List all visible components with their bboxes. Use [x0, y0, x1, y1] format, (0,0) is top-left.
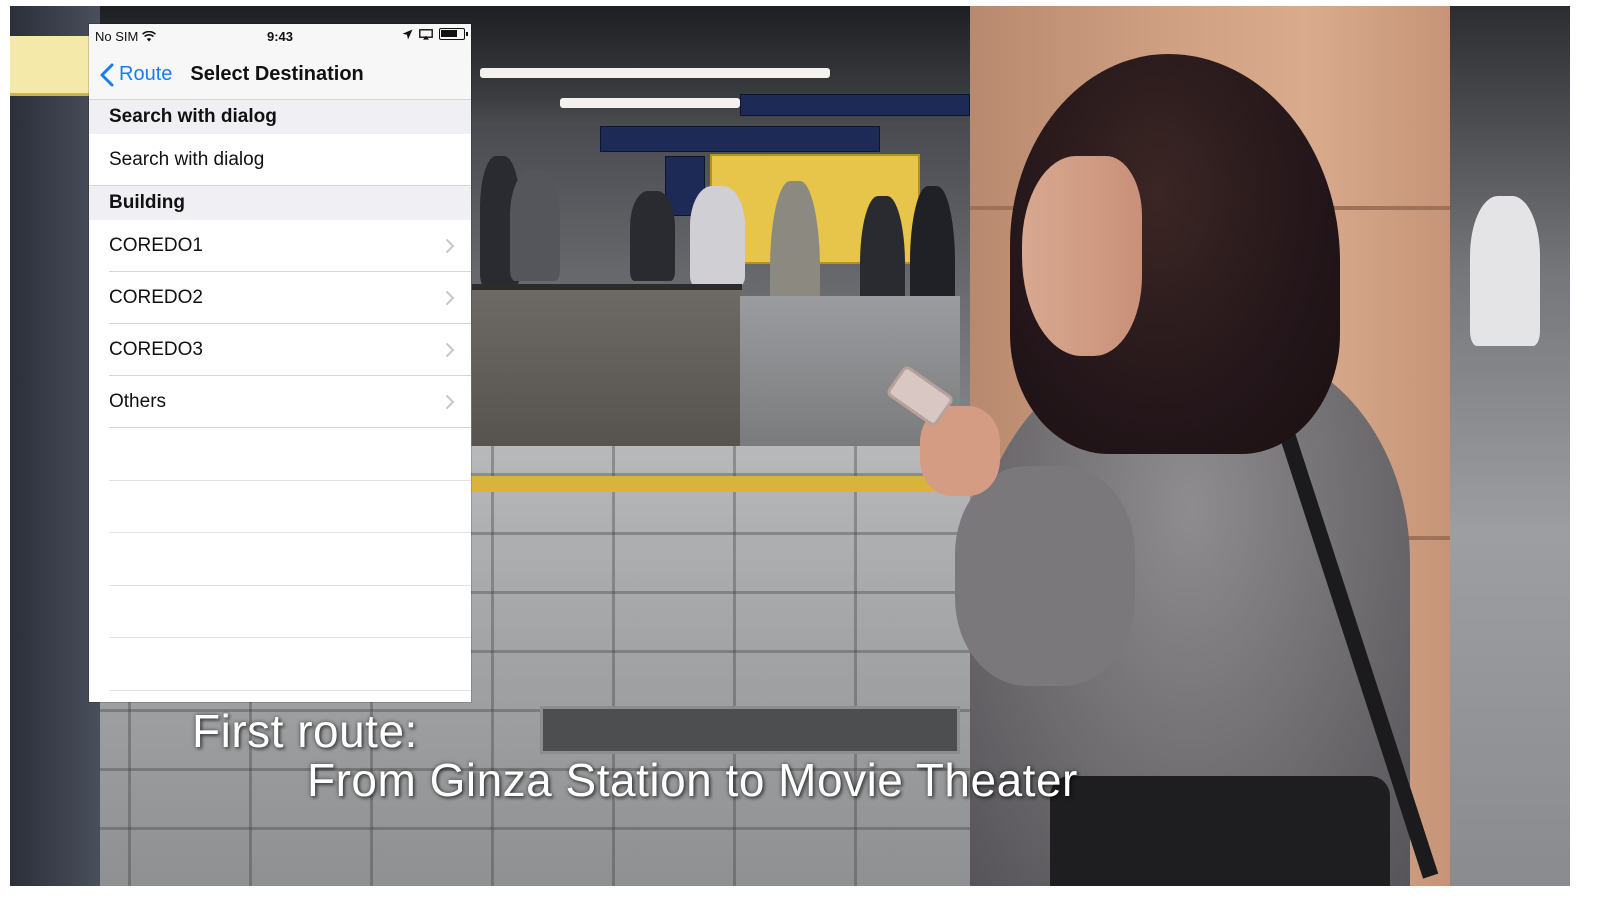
station-sign: [740, 94, 970, 116]
ceiling-light: [480, 68, 830, 78]
navigation-bar: Route Select Destination: [89, 50, 471, 100]
cell-label: Others: [109, 391, 167, 412]
battery-icon: [439, 28, 468, 40]
chevron-right-icon: [446, 291, 455, 305]
building-cell-others[interactable]: Others: [89, 376, 471, 428]
empty-table-row: [89, 428, 471, 481]
cell-label: Search with dialog: [109, 149, 265, 170]
station-counter: [472, 284, 742, 456]
exit-sign: [10, 36, 100, 96]
woman-arm: [955, 466, 1135, 686]
building-cell-coredo3[interactable]: COREDO3: [89, 324, 471, 376]
background-person: [630, 191, 675, 281]
right-corridor: [1450, 6, 1570, 886]
cell-label: COREDO3: [109, 339, 203, 360]
caption-line-1: First route:: [192, 705, 418, 757]
section-header-building: Building: [89, 186, 471, 220]
station-sign: [600, 126, 880, 152]
empty-table-row: [89, 533, 471, 586]
chevron-right-icon: [446, 239, 455, 253]
empty-table-row: [89, 481, 471, 534]
status-bar: No SIM 9:43: [89, 24, 471, 50]
back-button[interactable]: Route: [89, 62, 172, 88]
section-header-search: Search with dialog: [89, 100, 471, 134]
location-arrow-icon: [402, 29, 413, 39]
ceiling-light: [560, 98, 740, 108]
empty-table-row: [89, 638, 471, 691]
background-person: [690, 186, 745, 286]
status-right: [402, 28, 468, 40]
page-title: Select Destination: [190, 63, 364, 85]
shoulder-bag: [1050, 776, 1390, 886]
caption-line-2: From Ginza Station to Movie Theater: [307, 754, 1078, 806]
background-person: [1470, 196, 1540, 346]
floor-grate: [540, 706, 960, 754]
chevron-left-icon: [100, 63, 114, 86]
cell-label: COREDO2: [109, 287, 203, 308]
airplay-icon: [419, 28, 433, 40]
back-button-label: Route: [119, 63, 173, 85]
building-cell-coredo1[interactable]: COREDO1: [89, 220, 471, 272]
phone-screen: No SIM 9:43 Route Select Destination Sea…: [89, 24, 471, 702]
building-cell-coredo2[interactable]: COREDO2: [89, 272, 471, 324]
cell-label: COREDO1: [109, 235, 203, 256]
chevron-right-icon: [446, 343, 455, 357]
left-wall: [10, 6, 100, 886]
tactile-paving: [470, 476, 950, 492]
woman-face: [1022, 156, 1142, 356]
search-with-dialog-cell[interactable]: Search with dialog: [89, 134, 471, 186]
destination-table: Search with dialog Search with dialog Bu…: [89, 100, 471, 691]
empty-table-row: [89, 586, 471, 639]
chevron-right-icon: [446, 395, 455, 409]
background-person: [510, 171, 560, 281]
